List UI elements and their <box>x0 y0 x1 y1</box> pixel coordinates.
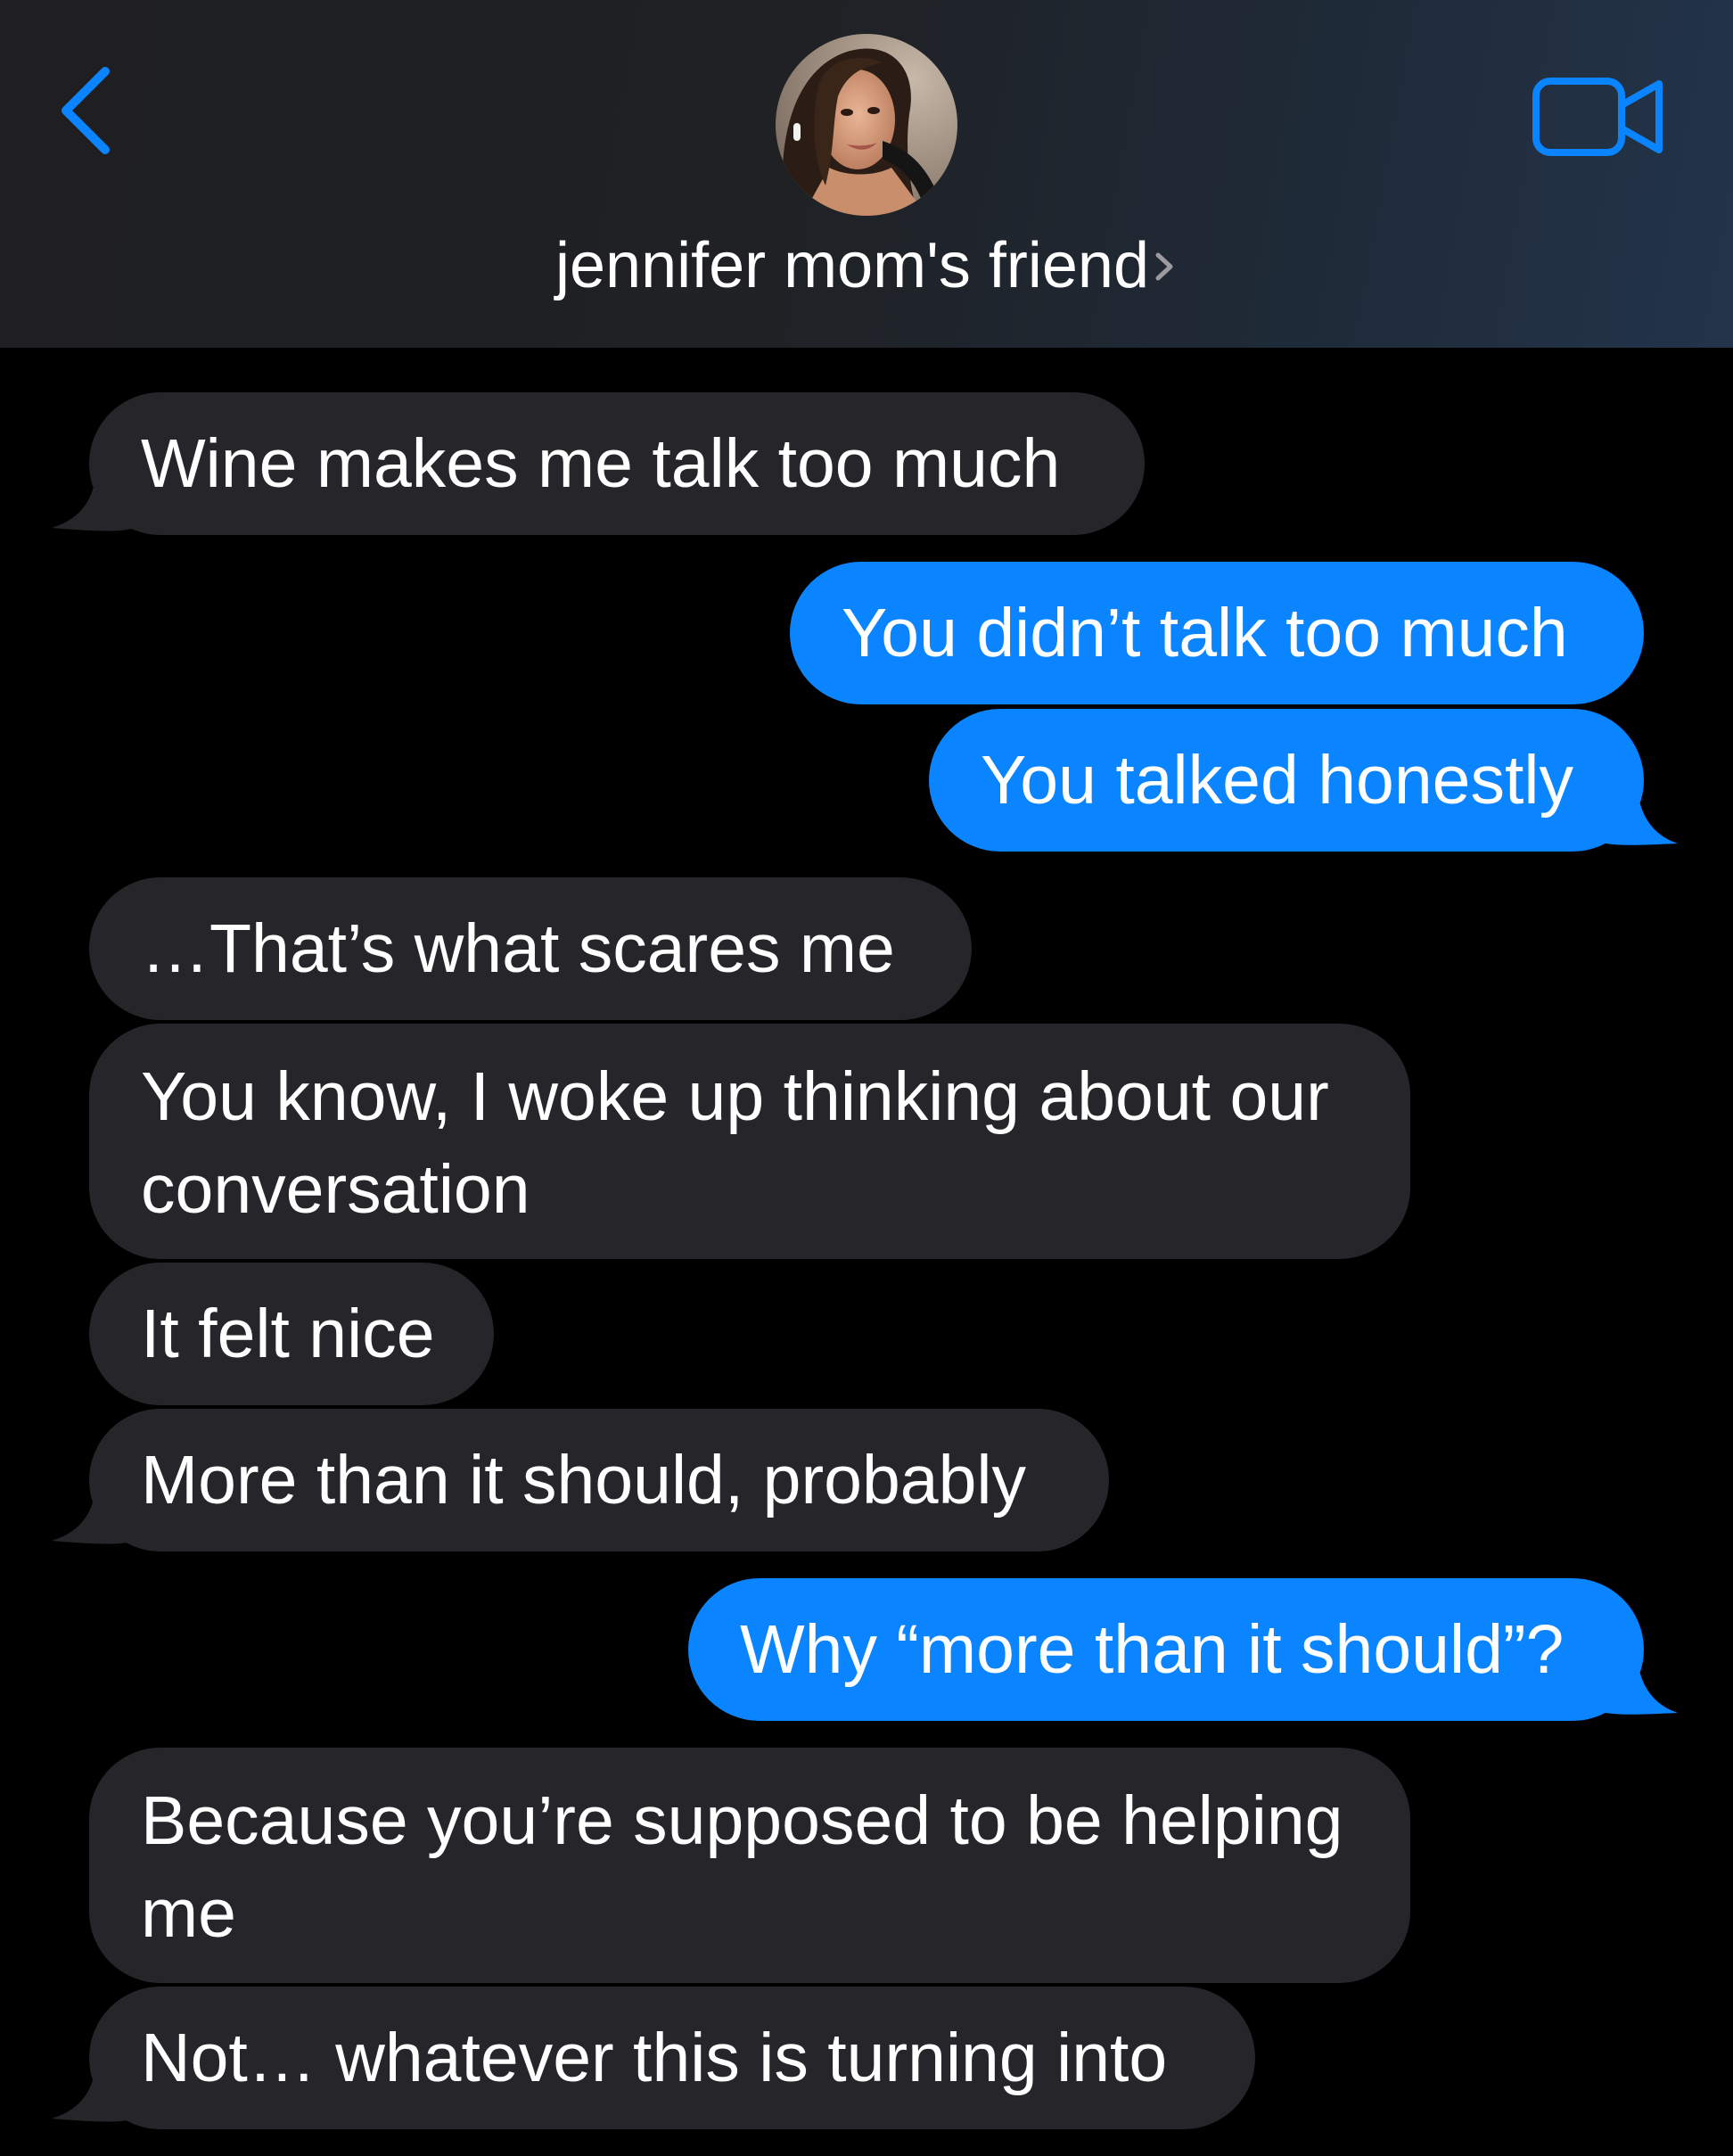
message-text: You know, I woke up thinking about our c… <box>141 1058 1329 1228</box>
received-message[interactable]: Wine makes me talk too much <box>89 392 1145 535</box>
message-text: Because you’re supposed to be helping me <box>141 1782 1343 1952</box>
sent-message[interactable]: You talked honestly <box>929 709 1644 852</box>
message-text: You didn’t talk too much <box>842 595 1568 671</box>
received-bubble-tail <box>52 2054 141 2122</box>
received-message[interactable]: You know, I woke up thinking about our c… <box>89 1024 1410 1259</box>
message-text: Why “more than it should”? <box>740 1611 1565 1688</box>
received-message[interactable]: It felt nice <box>89 1263 494 1405</box>
contact-name: jennifer mom's friend <box>555 230 1149 301</box>
message-text: Wine makes me talk too much <box>141 425 1061 502</box>
message-text: More than it should, probably <box>141 1442 1027 1518</box>
message-text: Not… whatever this is turning into <box>141 2020 1168 2096</box>
sent-bubble-tail <box>1592 778 1678 845</box>
sent-bubble-tail <box>1592 1647 1678 1715</box>
conversation-header: jennifer mom's friend <box>0 0 1733 348</box>
received-message[interactable]: …That’s what scares me <box>89 877 972 1020</box>
back-button[interactable] <box>53 61 125 168</box>
contact-name-button[interactable]: jennifer mom's friend <box>0 226 1733 305</box>
sent-message[interactable]: Why “more than it should”? <box>688 1578 1644 1721</box>
received-message[interactable]: Not… whatever this is turning into <box>89 1987 1255 2129</box>
chevron-right-icon <box>1155 252 1173 281</box>
message-text: …That’s what scares me <box>141 910 895 987</box>
message-text: It felt nice <box>141 1296 435 1372</box>
contact-avatar[interactable] <box>776 34 957 216</box>
received-bubble-tail <box>52 464 141 531</box>
received-message[interactable]: Because you’re supposed to be helping me <box>89 1748 1410 1983</box>
received-message[interactable]: More than it should, probably <box>89 1409 1109 1551</box>
message-text: You talked honestly <box>981 742 1573 819</box>
video-call-button[interactable] <box>1532 75 1665 160</box>
video-camera-icon <box>1532 78 1663 156</box>
chevron-left-icon <box>62 67 110 154</box>
avatar-photo <box>776 34 957 216</box>
sent-message[interactable]: You didn’t talk too much <box>790 562 1644 704</box>
received-bubble-tail <box>52 1477 141 1544</box>
